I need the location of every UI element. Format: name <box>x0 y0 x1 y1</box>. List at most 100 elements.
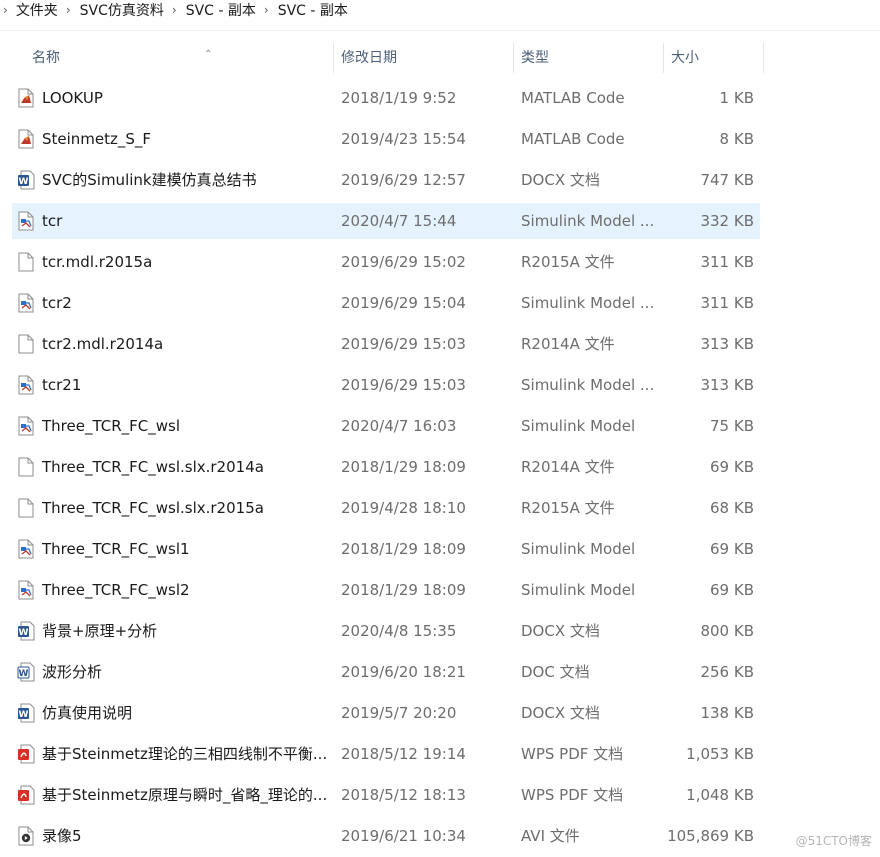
file-row[interactable]: tcr2.mdl.r2014a 2019/6/29 15:03 R2014A 文… <box>12 326 760 362</box>
chevron-right-icon[interactable]: › <box>172 3 177 17</box>
file-date: 2020/4/7 16:03 <box>341 417 457 435</box>
file-date: 2018/5/12 18:13 <box>341 786 466 804</box>
chevron-right-icon[interactable]: › <box>264 3 269 17</box>
svg-text:W: W <box>19 669 29 679</box>
file-row[interactable]: 基于Steinmetz理论的三相四线制不平衡... 2018/5/12 19:1… <box>12 736 760 772</box>
file-row[interactable]: tcr.mdl.r2015a 2019/6/29 15:02 R2015A 文件… <box>12 244 760 280</box>
column-divider[interactable] <box>763 43 764 73</box>
file-date: 2019/6/29 15:03 <box>341 335 466 353</box>
file-date: 2019/6/21 10:34 <box>341 827 466 845</box>
file-size: 1,053 KB <box>686 745 754 763</box>
matlab-code-icon <box>17 88 35 108</box>
blank-file-icon <box>17 457 35 477</box>
column-header-name[interactable]: 名称 ⌃ <box>32 41 332 75</box>
column-divider[interactable] <box>333 43 334 73</box>
file-name: tcr21 <box>42 376 82 394</box>
file-date: 2019/5/7 20:20 <box>341 704 457 722</box>
file-row[interactable]: Three_TCR_FC_wsl.slx.r2014a 2018/1/29 18… <box>12 449 760 485</box>
file-name: Three_TCR_FC_wsl.slx.r2014a <box>42 458 264 476</box>
simulink-model-icon <box>17 375 35 395</box>
column-header-name-label: 名称 <box>32 50 60 66</box>
file-size: 332 KB <box>700 212 754 230</box>
file-row[interactable]: Three_TCR_FC_wsl.slx.r2015a 2019/4/28 18… <box>12 490 760 526</box>
file-date: 2019/4/28 18:10 <box>341 499 466 517</box>
file-date: 2019/6/20 18:21 <box>341 663 466 681</box>
column-header-date[interactable]: 修改日期 <box>341 41 511 75</box>
breadcrumb-item-4[interactable]: SVC - 副本 <box>278 0 348 20</box>
breadcrumb-item-3[interactable]: SVC - 副本 <box>186 0 256 20</box>
column-header-size[interactable]: 大小 <box>671 41 761 75</box>
file-name: Steinmetz_S_F <box>42 130 152 148</box>
column-header-type[interactable]: 类型 <box>521 41 661 75</box>
column-divider[interactable] <box>513 43 514 73</box>
file-row[interactable]: 录像5 2019/6/21 10:34 AVI 文件 105,869 KB <box>12 818 760 854</box>
file-date: 2018/1/29 18:09 <box>341 458 466 476</box>
file-date: 2019/6/29 15:03 <box>341 376 466 394</box>
breadcrumb-item-1[interactable]: 文件夹 <box>16 0 58 20</box>
file-name: SVC的Simulink建模仿真总结书 <box>42 171 257 189</box>
chevron-right-icon[interactable]: › <box>3 3 8 17</box>
svg-text:W: W <box>19 710 29 720</box>
file-row[interactable]: LOOKUP 2018/1/19 9:52 MATLAB Code 1 KB <box>12 80 760 116</box>
column-divider[interactable] <box>663 43 664 73</box>
file-type: WPS PDF 文档 <box>521 745 624 763</box>
file-row[interactable]: W SVC的Simulink建模仿真总结书 2019/6/29 12:57 DO… <box>12 162 760 198</box>
file-type: WPS PDF 文档 <box>521 786 624 804</box>
file-date: 2018/1/29 18:09 <box>341 540 466 558</box>
chevron-right-icon[interactable]: › <box>66 3 71 17</box>
simulink-model-icon <box>17 580 35 600</box>
file-row[interactable]: W 背景+原理+分析 2020/4/8 15:35 DOCX 文档 800 KB <box>12 613 760 649</box>
file-size: 313 KB <box>700 376 754 394</box>
simulink-model-icon <box>17 416 35 436</box>
file-size: 311 KB <box>700 253 754 271</box>
file-name: 基于Steinmetz理论的三相四线制不平衡... <box>42 745 328 763</box>
file-name: tcr2 <box>42 294 72 312</box>
file-type: R2014A 文件 <box>521 458 615 476</box>
file-name: LOOKUP <box>42 89 103 107</box>
file-size: 1 KB <box>719 89 754 107</box>
file-size: 256 KB <box>700 663 754 681</box>
file-name: Three_TCR_FC_wsl2 <box>42 581 190 599</box>
file-row[interactable]: 基于Steinmetz原理与瞬时_省略_理论的... 2018/5/12 18:… <box>12 777 760 813</box>
file-size: 68 KB <box>710 499 754 517</box>
sort-ascending-icon: ⌃ <box>204 49 213 60</box>
file-row[interactable]: Steinmetz_S_F 2019/4/23 15:54 MATLAB Cod… <box>12 121 760 157</box>
file-name: tcr <box>42 212 63 230</box>
file-type: Simulink Model <box>521 581 636 599</box>
file-row[interactable]: tcr 2020/4/7 15:44 Simulink Model ... 33… <box>12 203 760 239</box>
file-name: 仿真使用说明 <box>42 704 133 722</box>
file-row[interactable]: tcr2 2019/6/29 15:04 Simulink Model ... … <box>12 285 760 321</box>
file-row[interactable]: Three_TCR_FC_wsl 2020/4/7 16:03 Simulink… <box>12 408 760 444</box>
word-doc-old-icon: W <box>17 662 35 682</box>
file-type: DOCX 文档 <box>521 704 600 722</box>
file-name: tcr.mdl.r2015a <box>42 253 153 271</box>
breadcrumb-item-2[interactable]: SVC仿真资料 <box>80 0 164 20</box>
simulink-model-icon <box>17 293 35 313</box>
blank-file-icon <box>17 498 35 518</box>
file-row[interactable]: W 仿真使用说明 2019/5/7 20:20 DOCX 文档 138 KB <box>12 695 760 731</box>
file-row[interactable]: Three_TCR_FC_wsl1 2018/1/29 18:09 Simuli… <box>12 531 760 567</box>
file-name: tcr2.mdl.r2014a <box>42 335 164 353</box>
file-row[interactable]: tcr21 2019/6/29 15:03 Simulink Model ...… <box>12 367 760 403</box>
matlab-code-icon <box>17 129 35 149</box>
file-size: 69 KB <box>710 581 754 599</box>
divider <box>0 30 880 31</box>
pdf-icon <box>17 744 35 764</box>
file-date: 2019/6/29 15:02 <box>341 253 466 271</box>
file-row[interactable]: W 波形分析 2019/6/20 18:21 DOC 文档 256 KB <box>12 654 760 690</box>
simulink-model-icon <box>17 211 35 231</box>
blank-file-icon <box>17 334 35 354</box>
file-size: 69 KB <box>710 540 754 558</box>
file-type: R2014A 文件 <box>521 335 615 353</box>
file-name: Three_TCR_FC_wsl1 <box>42 540 190 558</box>
file-name: Three_TCR_FC_wsl.slx.r2015a <box>42 499 264 517</box>
file-size: 138 KB <box>700 704 754 722</box>
file-size: 69 KB <box>710 458 754 476</box>
file-date: 2020/4/7 15:44 <box>341 212 457 230</box>
file-row[interactable]: Three_TCR_FC_wsl2 2018/1/29 18:09 Simuli… <box>12 572 760 608</box>
file-name: 基于Steinmetz原理与瞬时_省略_理论的... <box>42 786 328 804</box>
column-header: 名称 ⌃ 修改日期 类型 大小 <box>0 41 880 75</box>
video-file-icon <box>17 826 35 846</box>
file-date: 2018/1/19 9:52 <box>341 89 457 107</box>
file-type: MATLAB Code <box>521 130 625 148</box>
